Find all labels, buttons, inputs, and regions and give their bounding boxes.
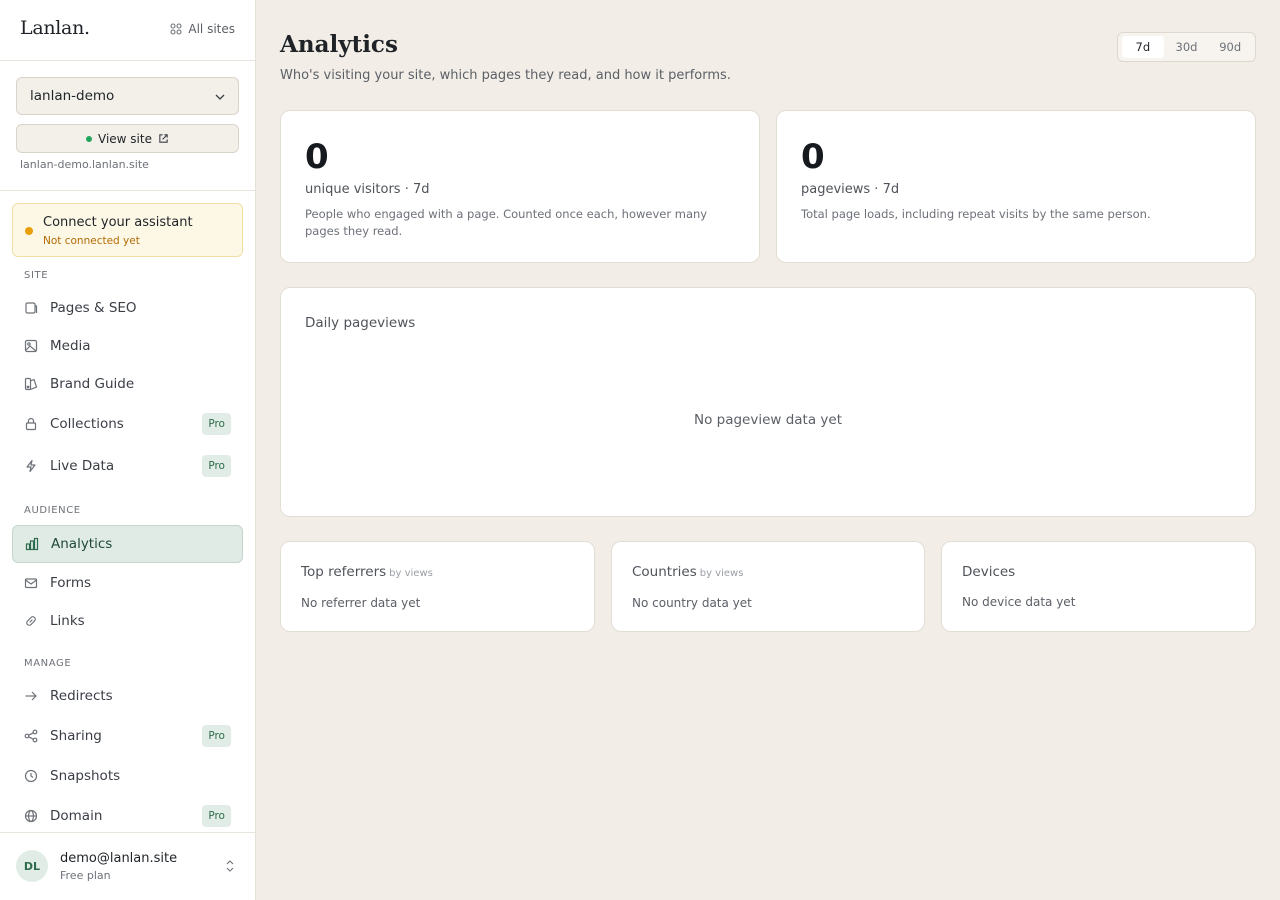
card-title-qualifier: by views <box>699 568 744 579</box>
sidebar-item-label: Collections <box>50 416 124 432</box>
assistant-status: Not connected yet <box>43 235 140 247</box>
logo[interactable]: Lanlan. <box>20 17 90 39</box>
link-icon <box>24 614 38 628</box>
image-icon <box>24 339 38 353</box>
lightning-icon <box>24 459 38 473</box>
sidebar-item-label: Live Data <box>50 458 115 474</box>
range-option-90d[interactable]: 90d <box>1209 36 1251 58</box>
stat-description: People who engaged with a page. Counted … <box>305 207 708 238</box>
pages-icon <box>24 301 38 315</box>
sidebar-item-label: Links <box>50 613 85 629</box>
site-selector[interactable]: lanlan-demo <box>16 77 239 115</box>
sidebar-item-pages-seo[interactable]: Pages & SEO <box>12 290 243 326</box>
sidebar-item-media[interactable]: Media <box>12 328 243 364</box>
card-title-text: Top referrers <box>301 564 387 580</box>
sidebar-item-label: Domain <box>50 808 103 824</box>
sidebar-item-label: Redirects <box>50 688 113 704</box>
card-title: Countries by views <box>632 564 743 580</box>
sidebar-item-forms[interactable]: Forms <box>12 565 243 601</box>
bar-chart-icon <box>25 537 39 551</box>
sidebar-item-label: Sharing <box>50 728 102 744</box>
warning-status-dot <box>25 227 33 235</box>
unique-visitors-card: 0 unique visitors · 7d People who engage… <box>280 110 760 263</box>
divider <box>0 190 255 191</box>
share-icon <box>24 729 38 743</box>
page-title: Analytics <box>280 31 398 58</box>
mail-icon <box>24 576 38 590</box>
chevron-down-icon <box>215 94 225 100</box>
pro-badge: Pro <box>202 413 231 435</box>
brand-bar: Lanlan. All sites <box>0 0 255 61</box>
user-email: demo@lanlan.site <box>60 851 178 866</box>
card-title: Devices <box>962 564 1015 580</box>
avatar: DL <box>16 850 48 882</box>
sidebar: Lanlan. All sites lanlan-demo View site … <box>0 0 256 900</box>
account-menu[interactable]: DL demo@lanlan.site Free plan <box>0 832 255 900</box>
pro-badge: Pro <box>202 805 231 827</box>
external-link-icon <box>159 134 168 143</box>
sidebar-item-live-data[interactable]: Live Data Pro <box>12 448 243 484</box>
sidebar-item-redirects[interactable]: Redirects <box>12 678 243 714</box>
sidebar-item-links[interactable]: Links <box>12 603 243 639</box>
sidebar-item-label: Pages & SEO <box>50 300 137 316</box>
clock-icon <box>24 769 38 783</box>
sidebar-item-label: Forms <box>50 575 92 591</box>
site-url: lanlan-demo.lanlan.site <box>20 158 149 171</box>
globe-icon <box>24 809 38 823</box>
pro-badge: Pro <box>202 455 231 477</box>
card-title-qualifier: by views <box>389 568 433 579</box>
empty-state: No country data yet <box>632 596 752 610</box>
sidebar-item-collections[interactable]: Collections Pro <box>12 406 243 442</box>
sidebar-item-label: Brand Guide <box>50 376 135 392</box>
countries-card: Countries by views No country data yet <box>611 541 925 632</box>
view-site-label: View site <box>98 131 152 146</box>
online-status-dot <box>86 135 93 142</box>
empty-state: No referrer data yet <box>301 596 421 610</box>
sidebar-item-brand-guide[interactable]: Brand Guide <box>12 366 243 402</box>
view-site-button[interactable]: View site <box>16 124 239 153</box>
stat-value: 0 <box>305 137 329 177</box>
stat-description: Total page loads, including repeat visit… <box>801 207 1151 221</box>
date-range-toggle: 7d 30d 90d <box>1117 32 1256 62</box>
arrow-right-icon <box>24 689 38 703</box>
daily-pageviews-card: Daily pageviews No pageview data yet <box>280 287 1256 517</box>
pro-badge: Pro <box>202 725 231 747</box>
site-selector-value: lanlan-demo <box>30 88 115 104</box>
stat-label: pageviews · 7d <box>801 182 900 197</box>
empty-state: No device data yet <box>962 595 1076 609</box>
sidebar-item-label: Media <box>50 338 91 354</box>
palette-icon <box>24 377 38 391</box>
sidebar-item-label: Analytics <box>51 536 113 552</box>
sidebar-item-snapshots[interactable]: Snapshots <box>12 758 243 794</box>
lock-icon <box>24 417 38 431</box>
connect-assistant-card[interactable]: Connect your assistant Not connected yet <box>12 203 243 257</box>
range-option-30d[interactable]: 30d <box>1166 36 1208 58</box>
sidebar-item-analytics[interactable]: Analytics <box>12 525 243 563</box>
section-label-audience: AUDIENCE <box>24 505 81 516</box>
sidebar-item-domain[interactable]: Domain Pro <box>12 798 243 834</box>
all-sites-link[interactable]: All sites <box>170 22 235 36</box>
section-label-site: SITE <box>24 270 49 281</box>
empty-state: No pageview data yet <box>693 412 843 428</box>
user-plan: Free plan <box>60 869 111 882</box>
sidebar-item-label: Snapshots <box>50 768 121 784</box>
grid-icon <box>170 23 182 35</box>
stat-value: 0 <box>801 137 825 177</box>
pageviews-card: 0 pageviews · 7d Total page loads, inclu… <box>776 110 1256 263</box>
card-title-text: Devices <box>962 564 1016 580</box>
top-referrers-card: Top referrers by views No referrer data y… <box>280 541 595 632</box>
section-label-manage: MANAGE <box>24 658 72 669</box>
card-title: Top referrers by views <box>301 564 433 580</box>
all-sites-label: All sites <box>188 22 235 36</box>
card-title: Daily pageviews <box>305 315 416 331</box>
sidebar-item-sharing[interactable]: Sharing Pro <box>12 718 243 754</box>
page-subtitle: Who's visiting your site, which pages th… <box>280 68 731 83</box>
devices-card: Devices No device data yet <box>941 541 1256 632</box>
stat-label: unique visitors · 7d <box>305 182 430 197</box>
range-option-7d[interactable]: 7d <box>1122 36 1164 58</box>
card-title-text: Countries <box>632 564 697 580</box>
chevron-up-down-icon <box>226 860 234 872</box>
assistant-title: Connect your assistant <box>43 215 193 230</box>
